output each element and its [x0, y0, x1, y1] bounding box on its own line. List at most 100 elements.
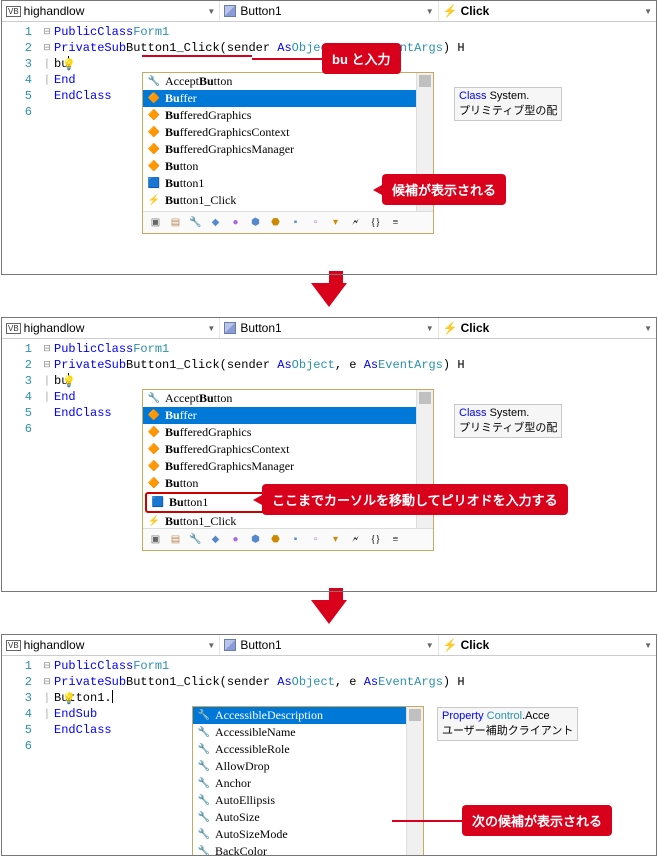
intellisense-item[interactable]: 🔶 BufferedGraphicsContext — [143, 441, 416, 458]
intellisense-list[interactable]: 🔧 AccessibleDescription 🔧 AccessibleName 🔧 Ac… — [193, 707, 406, 856]
field-icon: 🔶 — [147, 461, 161, 473]
dropdown-icon[interactable]: ▼ — [207, 7, 215, 16]
object-seg[interactable]: Button1▼ — [220, 1, 438, 21]
cube-icon: 🟦 — [147, 178, 161, 190]
intellisense-item[interactable]: 🔶 BufferedGraphics — [143, 424, 416, 441]
wrench-icon: 🔧 — [197, 727, 211, 739]
tooltip: Class System.プリミティブ型の配 — [454, 87, 562, 121]
intellisense-item[interactable]: 🔶BufferedGraphics — [143, 107, 416, 124]
field-icon: 🔶 — [147, 444, 161, 456]
intellisense-item-label: AccessibleDescription — [215, 708, 323, 723]
intellisense-item[interactable]: 🔧AutoSizeMode — [193, 826, 406, 843]
intellisense-item[interactable]: 🔶 BufferedGraphicsContext — [143, 124, 416, 141]
intellisense-item[interactable]: 🔧 AccessibleDescription — [193, 707, 406, 724]
editor-panel-2: VBhighandlow▼ Button1▼ ⚡Click▼ 1⊟Public … — [1, 317, 657, 592]
wrench-icon: 🔧 — [197, 846, 211, 857]
intellisense-item-label: BufferedGraphicsContext — [165, 442, 289, 457]
filter-bar[interactable]: ▣▤🔧◆●⬢⬣▪▫▾🗲{}≡ — [143, 211, 433, 233]
field-icon: 🔶 — [147, 127, 161, 139]
wrench-icon: 🔧 — [197, 744, 211, 756]
callout-candidates: 候補が表示される — [382, 174, 506, 205]
arrow-line — [142, 55, 252, 57]
intellisense-item-label: Anchor — [215, 776, 251, 791]
callout-next: 次の候補が表示される — [462, 805, 612, 836]
bolt-icon: ⚡ — [443, 4, 458, 18]
intellisense-item[interactable]: 🔧 BackColor — [193, 843, 406, 856]
intellisense-item[interactable]: 🔧 AccessibleName — [193, 724, 406, 741]
intellisense-item-label: Button1_Click — [165, 193, 236, 208]
intellisense-item-label: BufferedGraphics — [165, 425, 251, 440]
tooltip: Property Control.Acceユーザー補助クライアント — [437, 707, 578, 741]
intellisense-item-label: Button1 — [169, 495, 208, 510]
wrench-icon: 🔧 — [147, 393, 161, 405]
intellisense-item[interactable]: 🔶BufferedGraphicsManager — [143, 141, 416, 158]
breadcrumb-text: highandlow — [24, 4, 85, 18]
intellisense-item-label: AccessibleName — [215, 725, 296, 740]
lightbulb-icon[interactable]: 💡 — [62, 692, 76, 708]
cube-icon: 🟦 — [151, 497, 165, 509]
intellisense-item[interactable]: 🔧 AccessibleRole — [193, 741, 406, 758]
intellisense-popup[interactable]: 🔧 AccessibleDescription 🔧 AccessibleName 🔧 Ac… — [192, 706, 424, 856]
event-seg[interactable]: ⚡Click ▼ — [439, 1, 656, 21]
intellisense-item[interactable]: 🔧 AcceptButton — [143, 73, 416, 90]
field-icon: 🔶 — [147, 427, 161, 439]
intellisense-item-label: AutoSize — [215, 810, 260, 825]
intellisense-item[interactable]: 🔧 AutoEllipsis — [193, 792, 406, 809]
editor-panel-1: VBhighandlow▼ Button1▼ ⚡Click▼ 1⊟Public … — [1, 0, 657, 275]
filter-bar[interactable]: ▣▤🔧◆●⬢⬣▪▫▾🗲{}≡ — [143, 528, 433, 550]
intellisense-item-label: BufferedGraphicsManager — [165, 142, 294, 157]
intellisense-item[interactable]: 🔧 AutoSize — [193, 809, 406, 826]
field-icon: 🔶 — [147, 478, 161, 490]
field-icon: 🔶 — [147, 93, 161, 105]
intellisense-item[interactable]: 🔧 Anchor — [193, 775, 406, 792]
intellisense-item[interactable]: 🔶 Buffer — [143, 407, 416, 424]
dropdown-icon[interactable]: ▼ — [426, 7, 434, 16]
intellisense-item[interactable]: 🔶ButtonBase — [143, 209, 416, 211]
flow-arrow-icon — [311, 283, 347, 307]
wrench-icon: 🔧 — [197, 761, 211, 773]
cube-icon — [224, 5, 236, 17]
intellisense-item[interactable]: 🔧 AcceptButton — [143, 390, 416, 407]
intellisense-item-label: Buffer — [165, 91, 197, 106]
tooltip: Class System.プリミティブ型の配 — [454, 404, 562, 438]
intellisense-item[interactable]: 🔶 Buffer — [143, 90, 416, 107]
intellisense-item-label: Buffer — [165, 408, 197, 423]
intellisense-item-label: Button — [165, 476, 198, 491]
event-text: Click — [461, 4, 490, 18]
intellisense-popup[interactable]: 🔧AcceptButton🔶Buffer🔶BufferedGraphics🔶Bu… — [142, 72, 434, 234]
lightbulb-icon[interactable]: 💡 — [62, 375, 76, 391]
field-icon: 🔶 — [147, 110, 161, 122]
nav-bar: VBhighandlow ▼ Button1▼ ⚡Click ▼ — [2, 1, 656, 22]
intellisense-item-label: AutoEllipsis — [215, 793, 275, 808]
intellisense-item-label: BufferedGraphicsContext — [165, 125, 289, 140]
wrench-icon: 🔧 — [197, 795, 211, 807]
flow-arrow-icon — [311, 600, 347, 624]
vb-icon: VB — [6, 6, 21, 17]
intellisense-item-label: Button — [165, 159, 198, 174]
intellisense-item[interactable]: 🔶 BufferedGraphicsManager — [143, 458, 416, 475]
intellisense-item-label: AcceptButton — [165, 391, 232, 406]
intellisense-item[interactable]: 🔧AllowDrop — [193, 758, 406, 775]
callout-input: bu と入力 — [322, 43, 401, 74]
intellisense-item[interactable]: ⚡Button1_Click — [143, 513, 416, 528]
intellisense-item-label: BufferedGraphicsManager — [165, 459, 294, 474]
intellisense-item[interactable]: 🔶Button — [143, 158, 416, 175]
nav-bar: VBhighandlow▼ Button1▼ ⚡Click▼ — [2, 318, 656, 339]
intellisense-item-label: AccessibleRole — [215, 742, 290, 757]
intellisense-item-label: Button1 — [165, 176, 204, 191]
dropdown-icon[interactable]: ▼ — [644, 7, 652, 16]
scrollbar[interactable] — [406, 707, 423, 856]
intellisense-popup[interactable]: 🔧 AcceptButton 🔶 Buffer 🔶 BufferedGraphics 🔶 Bu… — [142, 389, 434, 551]
intellisense-item-label: BackColor — [215, 844, 267, 856]
wrench-icon: 🔧 — [197, 710, 211, 722]
field-icon: 🔶 — [147, 410, 161, 422]
intellisense-item-label: AcceptButton — [165, 74, 232, 89]
wrench-icon: 🔧 — [147, 76, 161, 88]
lightbulb-icon[interactable]: 💡 — [62, 58, 76, 74]
intellisense-item[interactable]: ⚡Button1_Click — [143, 192, 416, 209]
intellisense-item-label: AutoSizeMode — [215, 827, 288, 842]
breadcrumb-seg[interactable]: VBhighandlow ▼ — [2, 1, 220, 21]
wrench-icon: 🔧 — [197, 778, 211, 790]
wrench-icon: 🔧 — [197, 812, 211, 824]
editor-panel-3: VBhighandlow▼ Button1▼ ⚡Click▼ 1⊟Public … — [1, 634, 657, 856]
